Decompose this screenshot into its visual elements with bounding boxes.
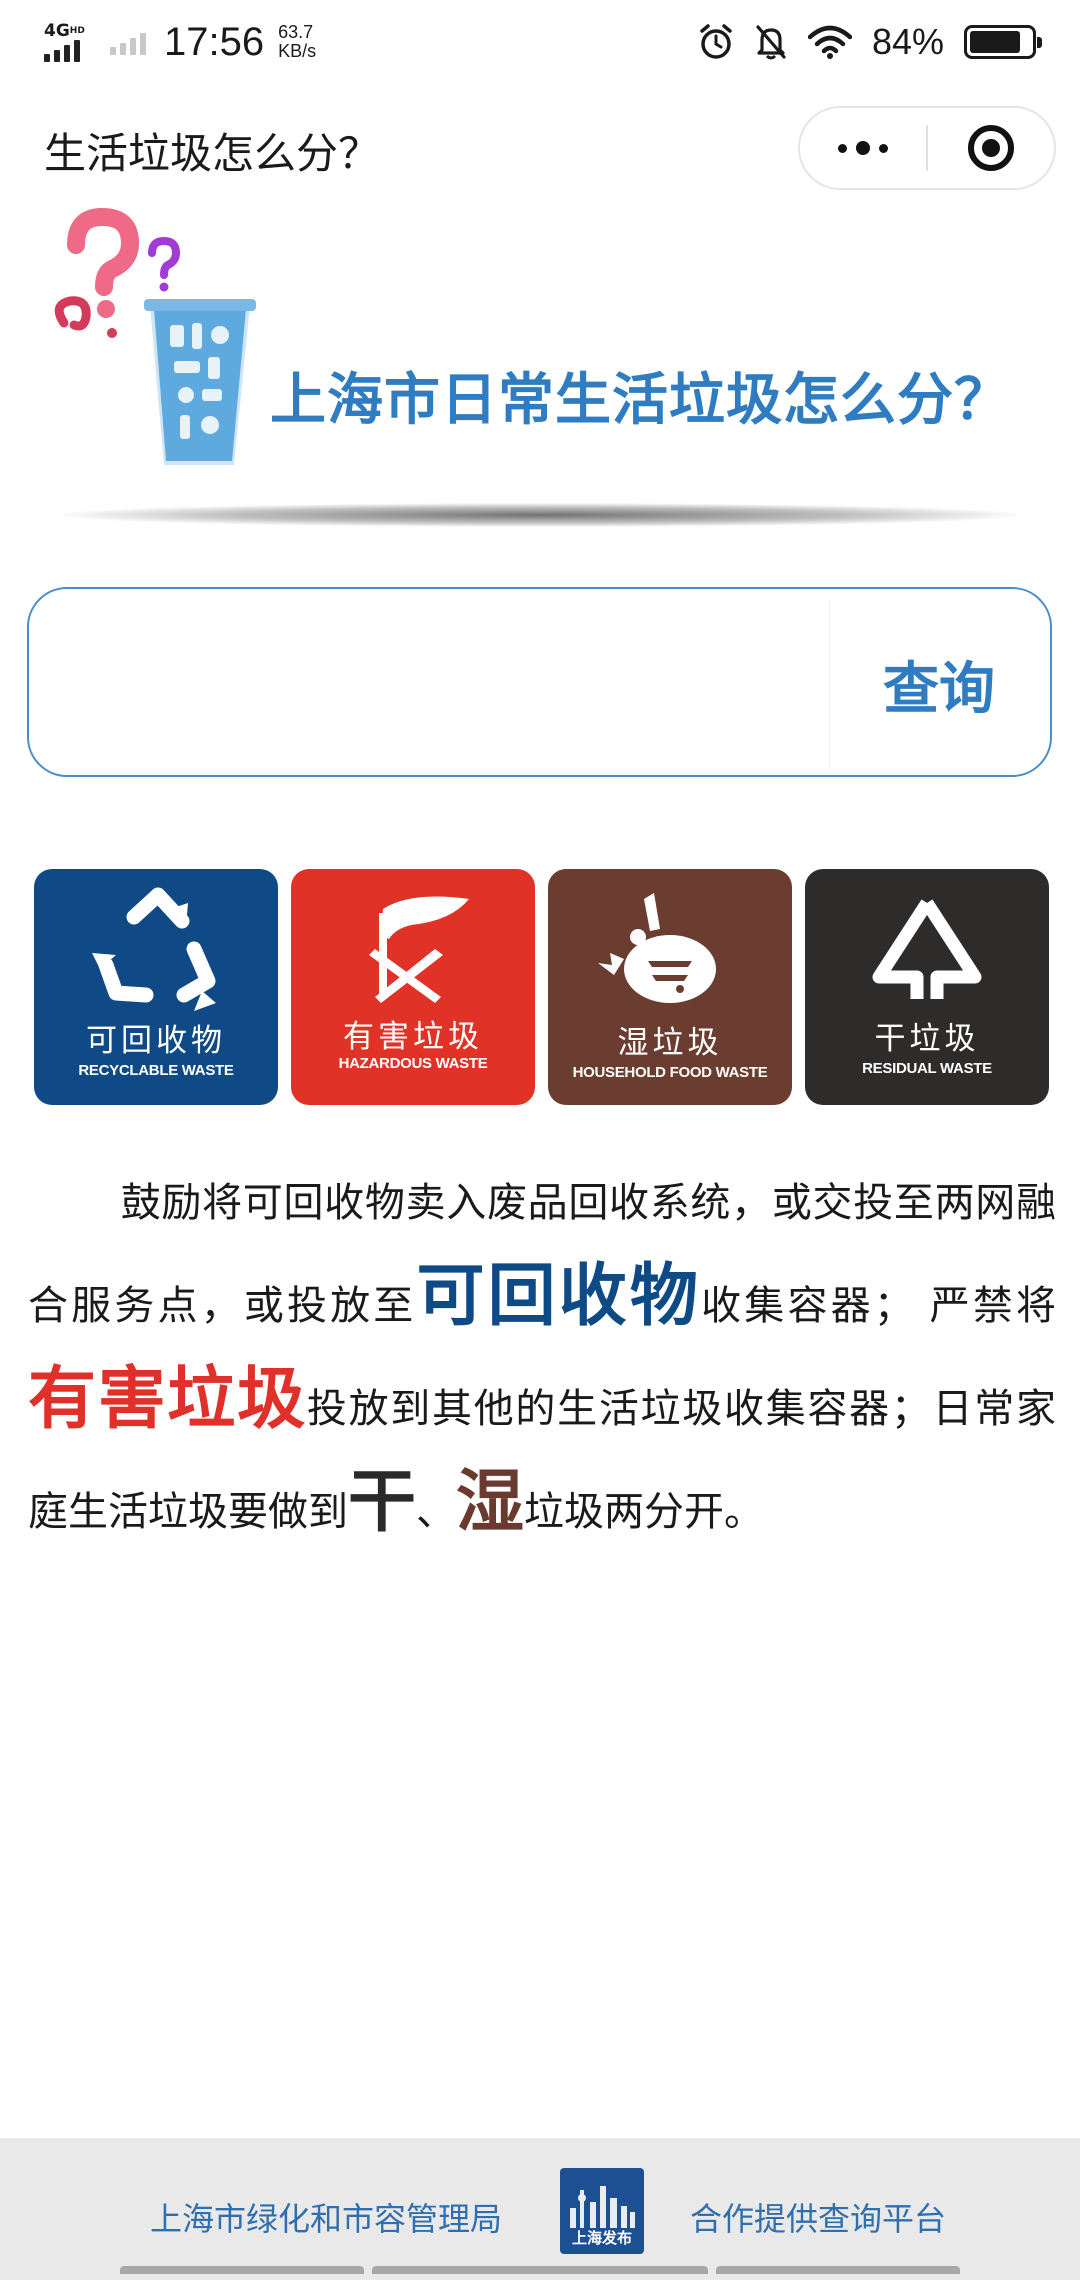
network-indicator: 4GHD (44, 22, 96, 62)
search-divider (829, 599, 830, 767)
battery-fill (970, 31, 1021, 53)
mini-program-capsule (798, 106, 1056, 190)
network-speed-unit: KB/s (278, 41, 317, 61)
clock: 17:56 (164, 19, 265, 64)
network-speed: 63.7 KB/s (278, 23, 316, 61)
category-en-label: RESIDUAL WASTE (862, 1060, 992, 1077)
more-dots-icon (838, 141, 888, 155)
intro-emphasis-wet: 湿 (456, 1463, 525, 1542)
gesture-bar (0, 2266, 1080, 2280)
intro-text: 垃圾两分开。 (524, 1489, 765, 1535)
category-en-label: RECYCLABLE WASTE (78, 1062, 234, 1079)
intro-emphasis-dry: 干 (348, 1463, 417, 1542)
footer-org-link[interactable]: 上海市绿化和市容管理局 (150, 2194, 502, 2240)
search-button[interactable]: 查询 (849, 619, 1029, 749)
logo-label: 上海发布 (571, 2229, 632, 2247)
battery-percent: 84% (871, 21, 944, 62)
wifi-icon (807, 25, 852, 59)
category-cn-label: 有害垃圾 (343, 1019, 483, 1055)
network-speed-value: 63.7 (278, 22, 314, 42)
category-recyclable[interactable]: 可回收物 RECYCLABLE WASTE (34, 869, 278, 1105)
intro-emphasis-recyclable: 可回收物 (416, 1257, 702, 1336)
category-residual[interactable]: 干垃圾 RESIDUAL WASTE (805, 869, 1049, 1105)
category-tiles: 可回收物 RECYCLABLE WASTE 有害垃圾 HAZARDOUS WAS… (34, 869, 1049, 1105)
signal-strength-sim2-icon (110, 29, 146, 55)
intro-emphasis-hazardous: 有害垃圾 (28, 1360, 307, 1439)
banner-shadow (60, 503, 1020, 527)
intro-paragraph: 鼓励将可回收物卖入废品回收系统，或交投至两网融合服务点，或投放至可回收物收集容器… (28, 1156, 1056, 1559)
battery-icon (964, 25, 1042, 59)
status-right: 84% (698, 21, 1042, 63)
network-sub-label: HD (69, 26, 85, 36)
title-bar: 生活垃圾怎么分？ (0, 100, 1080, 196)
bell-muted-icon (756, 25, 786, 60)
page-title: 生活垃圾怎么分？ (44, 129, 381, 178)
status-bar: 4GHD 17:56 63.7 KB/s 84% (0, 0, 1080, 84)
close-button[interactable] (928, 108, 1054, 188)
footer: 上海市绿化和市容管理局 上海发布 合作提供查询平台 (0, 2138, 1080, 2280)
intro-text: 收集容器； 严禁将 (701, 1283, 1056, 1329)
question-cup-illustration (54, 207, 256, 465)
category-en-label: HOUSEHOLD FOOD WASTE (572, 1064, 768, 1081)
shanghai-release-logo[interactable]: 上海发布 (560, 2168, 644, 2254)
status-left: 4GHD 17:56 63.7 KB/s (44, 20, 316, 65)
target-close-icon (967, 125, 1014, 171)
banner-heading: 上海市日常生活垃圾怎么分？ (270, 368, 1011, 433)
search-input[interactable] (53, 609, 833, 759)
category-hazardous[interactable]: 有害垃圾 HAZARDOUS WASTE (291, 869, 535, 1105)
category-cn-label: 湿垃圾 (617, 1025, 723, 1061)
category-en-label: HAZARDOUS WASTE (338, 1055, 488, 1072)
more-button[interactable] (800, 108, 926, 188)
category-cn-label: 可回收物 (86, 1023, 226, 1059)
category-cn-label: 干垃圾 (874, 1021, 980, 1057)
banner: 上海市日常生活垃圾怎么分？ (40, 205, 1040, 535)
footer-platform-link[interactable]: 合作提供查询平台 (690, 2194, 946, 2240)
alarm-icon (700, 24, 732, 59)
search-box: 查询 (27, 587, 1052, 777)
intro-text: 、 (416, 1489, 457, 1535)
signal-strength-icon (44, 36, 80, 62)
category-food-waste[interactable]: 湿垃圾 HOUSEHOLD FOOD WASTE (548, 869, 792, 1105)
